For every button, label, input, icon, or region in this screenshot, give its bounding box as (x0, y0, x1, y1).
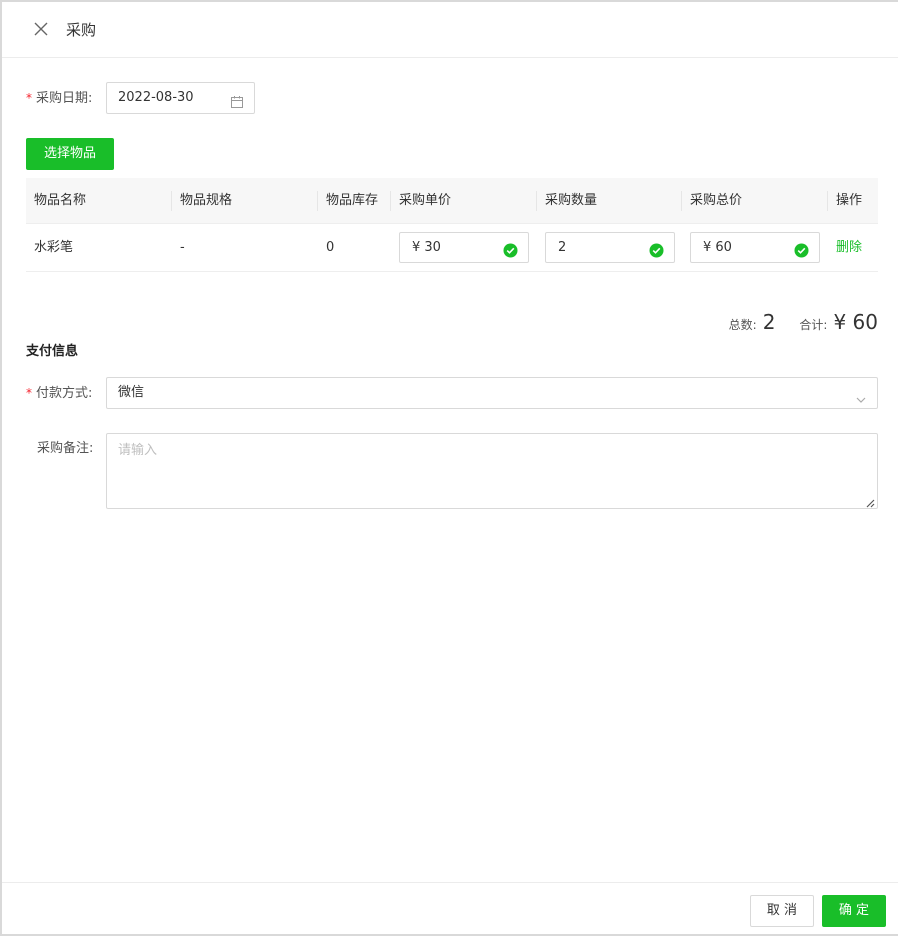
check-circle-icon (503, 240, 518, 258)
payment-method-value: 微信 (118, 385, 145, 400)
table-row: 水彩笔 - 0 ¥ 30 2 ¥ 60 删除 (26, 224, 878, 272)
header-unit-price: 采购单价 (399, 193, 452, 208)
header-action: 操作 (836, 193, 863, 208)
dialog-header: 采购 (2, 2, 898, 58)
header-separator (536, 191, 537, 211)
purchase-date-label: * 采购日期: (26, 88, 92, 109)
header-item-stock: 物品库存 (326, 193, 379, 208)
unit-price-value: ¥ 30 (412, 240, 441, 255)
total-price-value: ¥ 60 (703, 240, 732, 255)
payment-method-label-text: 付款方式: (36, 386, 93, 401)
purchase-date-label-text: 采购日期: (36, 91, 93, 106)
required-mark: * (26, 91, 32, 105)
cell-item-spec: - (180, 240, 185, 255)
total-price-input[interactable]: ¥ 60 (690, 232, 820, 263)
quantity-input[interactable]: 2 (545, 232, 675, 263)
payment-section-title: 支付信息 (26, 344, 79, 359)
table-header: 物品名称 物品规格 物品库存 采购单价 采购数量 采购总价 操作 (26, 178, 878, 224)
check-circle-icon (794, 240, 809, 258)
total-label: 合计: (799, 318, 828, 332)
purchase-date-picker[interactable]: 2022-08-30 (106, 82, 255, 114)
header-separator (681, 191, 682, 211)
count-value: 2 (762, 310, 776, 334)
select-items-button[interactable]: 选择物品 (26, 138, 114, 170)
dialog-footer: 取 消 确 定 (2, 882, 898, 936)
remark-placeholder: 请输入 (118, 443, 158, 458)
header-total-price: 采购总价 (690, 193, 743, 208)
confirm-button[interactable]: 确 定 (822, 895, 886, 927)
dialog-title: 采购 (66, 21, 97, 39)
purchase-dialog: 采购 * 采购日期: 2022-08-30 选择物品 物品名称 物品规格 物品库存… (0, 0, 898, 936)
quantity-value: 2 (558, 240, 567, 255)
cell-item-name: 水彩笔 (34, 240, 74, 255)
count-label: 总数: (728, 318, 757, 332)
check-circle-icon (649, 240, 664, 258)
header-item-spec: 物品规格 (180, 193, 233, 208)
summary: 总数: 2 合计: ¥ 60 (729, 310, 878, 340)
close-icon[interactable] (32, 20, 50, 38)
total-value: ¥ 60 (833, 310, 878, 334)
header-separator (827, 191, 828, 211)
payment-method-select[interactable]: 微信 (106, 377, 878, 409)
header-separator (390, 191, 391, 211)
required-mark: * (26, 386, 32, 400)
remark-textarea[interactable]: 请输入 (106, 433, 878, 509)
purchase-date-value: 2022-08-30 (118, 90, 194, 105)
remark-label: 采购备注: (37, 441, 94, 456)
unit-price-input[interactable]: ¥ 30 (399, 232, 529, 263)
header-quantity: 采购数量 (545, 193, 598, 208)
items-table: 物品名称 物品规格 物品库存 采购单价 采购数量 采购总价 操作 水彩笔 - 0… (26, 178, 878, 272)
header-item-name: 物品名称 (34, 193, 87, 208)
calendar-icon (230, 91, 244, 108)
payment-method-label: * 付款方式: (26, 383, 92, 404)
header-separator (317, 191, 318, 211)
cell-item-stock: 0 (326, 240, 335, 255)
resize-handle-icon[interactable] (865, 496, 875, 508)
delete-link[interactable]: 删除 (836, 224, 862, 272)
header-separator (171, 191, 172, 211)
chevron-down-icon (855, 388, 867, 403)
cancel-button[interactable]: 取 消 (750, 895, 814, 927)
